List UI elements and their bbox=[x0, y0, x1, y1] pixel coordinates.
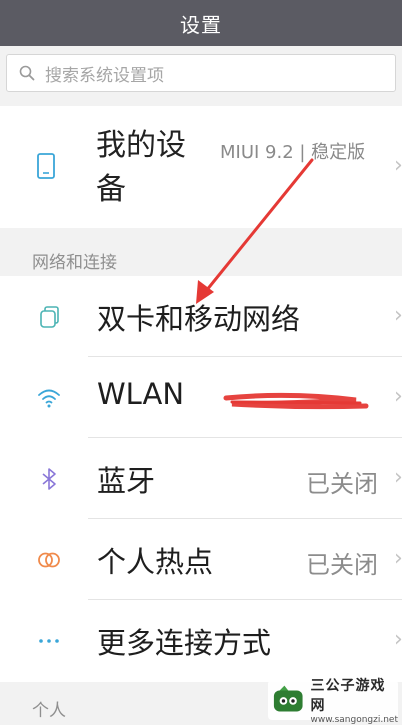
chevron-right-icon: › bbox=[394, 303, 402, 328]
list-item-value: 已关闭 bbox=[306, 470, 378, 498]
watermark-title: 三公子游戏网 bbox=[310, 678, 386, 714]
page-title: 设置 bbox=[180, 12, 222, 37]
list-item-label: 双卡和移动网络 bbox=[97, 302, 301, 336]
list-item-value: 已关闭 bbox=[306, 551, 378, 579]
bluetooth-icon bbox=[42, 468, 56, 490]
network-list: 双卡和移动网络 › WLAN › 蓝牙 已关闭 › 个人热点 已关闭 › 更多连… bbox=[0, 276, 402, 682]
search-placeholder: 搜索系统设置项 bbox=[45, 65, 164, 86]
my-device-row[interactable]: 我的设备 MIUI 9.2 | 稳定版 › bbox=[0, 106, 402, 228]
chevron-right-icon: › bbox=[394, 465, 402, 490]
search-icon bbox=[19, 65, 35, 81]
chevron-right-icon: › bbox=[394, 546, 402, 571]
list-item-more-connections[interactable]: 更多连接方式 › bbox=[0, 600, 402, 681]
search-input[interactable]: 搜索系统设置项 bbox=[6, 54, 396, 92]
section-label-personal: 个人 bbox=[32, 701, 66, 721]
chevron-right-icon: › bbox=[394, 153, 402, 178]
list-item-label: 更多连接方式 bbox=[97, 626, 272, 660]
chevron-right-icon: › bbox=[394, 627, 402, 652]
list-item-label: WLAN bbox=[97, 377, 185, 411]
wifi-icon bbox=[38, 389, 60, 408]
hotspot-icon bbox=[38, 552, 60, 568]
section-label-network: 网络和连接 bbox=[32, 253, 117, 273]
watermark-logo-icon bbox=[273, 685, 303, 712]
sim-icon bbox=[40, 306, 59, 328]
list-item-bluetooth[interactable]: 蓝牙 已关闭 › bbox=[0, 438, 402, 519]
list-item-label: 个人热点 bbox=[97, 545, 214, 579]
watermark: 三公子游戏网 www.sangongzi.net bbox=[268, 678, 398, 725]
list-item-wlan[interactable]: WLAN › bbox=[0, 357, 402, 438]
chevron-right-icon: › bbox=[394, 384, 402, 409]
device-subtitle: MIUI 9.2 | 稳定版 bbox=[220, 142, 366, 163]
phone-icon bbox=[37, 153, 55, 179]
list-item-label: 蓝牙 bbox=[97, 464, 156, 498]
title-bar: 设置 bbox=[0, 0, 402, 46]
list-item-hotspot[interactable]: 个人热点 已关闭 › bbox=[0, 519, 402, 600]
device-title: 我的设备 bbox=[96, 128, 186, 207]
more-dots-icon bbox=[39, 639, 59, 643]
search-area: 搜索系统设置项 bbox=[0, 46, 402, 102]
list-item-dual-sim[interactable]: 双卡和移动网络 › bbox=[0, 276, 402, 357]
